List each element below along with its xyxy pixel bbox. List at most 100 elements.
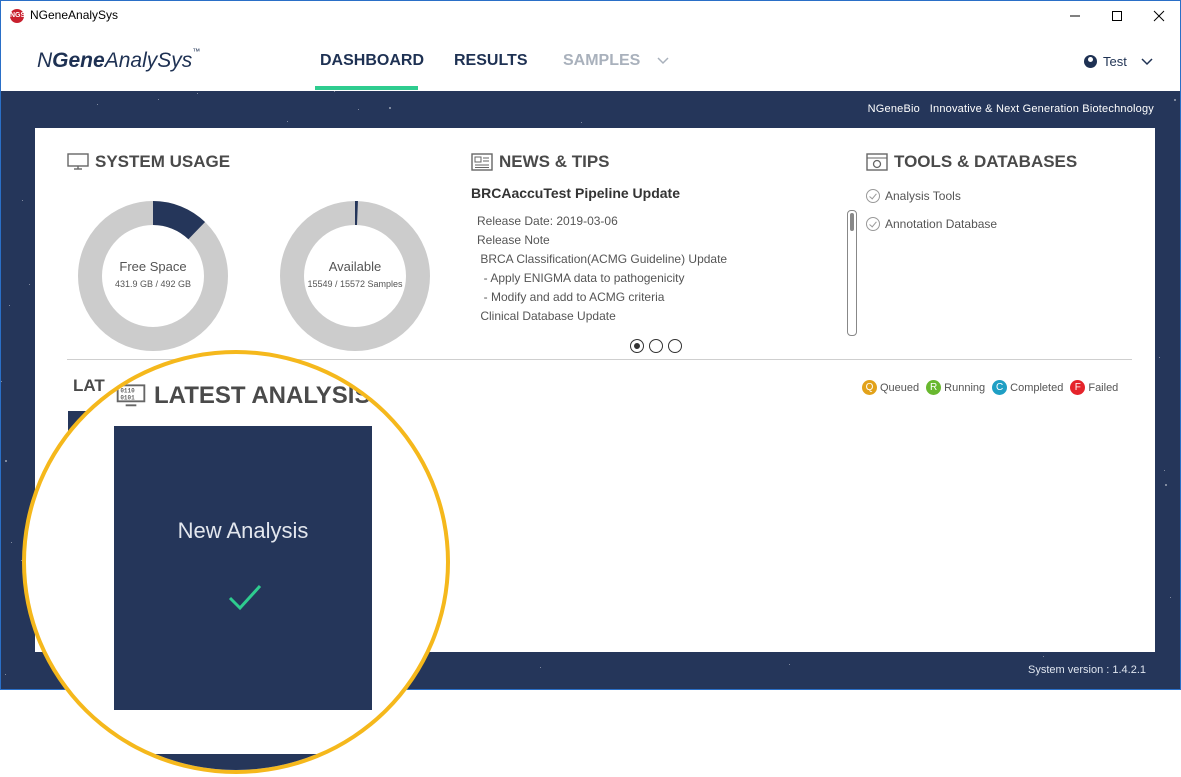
news-header: NEWS & TIPS — [471, 152, 610, 172]
star-dot — [29, 283, 31, 285]
legend-label: Failed — [1088, 381, 1119, 394]
star-dot — [5, 460, 8, 463]
tool-item-annotation-database[interactable]: Annotation Database — [866, 217, 997, 231]
tab-results[interactable]: RESULTS — [454, 52, 527, 70]
free-space-donut: Free Space 431.9 GB / 492 GB — [78, 201, 228, 351]
tool-item-label: Analysis Tools — [885, 189, 961, 203]
news-line: BRCA Classification(ACMG Guideline) Upda… — [477, 252, 728, 266]
news-pagination — [630, 339, 682, 353]
window-title: NGeneAnalySys — [30, 8, 119, 22]
legend-running: R Running — [926, 380, 985, 395]
legend-completed: C Completed — [992, 380, 1063, 395]
star-dot — [1169, 596, 1171, 598]
maximize-button[interactable] — [1094, 1, 1140, 31]
system-usage-title: SYSTEM USAGE — [95, 152, 231, 171]
tools-title: TOOLS & DATABASES — [894, 152, 1078, 171]
computer-code-icon: 01100101 — [116, 384, 146, 407]
system-usage-header: SYSTEM USAGE — [67, 152, 230, 172]
star-dot — [334, 91, 336, 92]
maximize-icon — [1112, 11, 1122, 21]
logo-tm: ™ — [192, 47, 201, 56]
top-navigation: NGeneAnalySys™ DASHBOARD RESULTS SAMPLES… — [1, 31, 1180, 91]
star-dot — [287, 121, 289, 123]
star-dot — [1043, 655, 1045, 657]
star-dot — [10, 541, 12, 543]
running-badge: R — [926, 380, 942, 395]
legend-label: Completed — [1010, 381, 1064, 394]
star-dot — [1159, 356, 1161, 358]
latest-analysis-header: 01100101 LAT — [67, 376, 105, 396]
news-body: Release Date: 2019-03-06 Release Note BR… — [477, 212, 807, 336]
news-line: - Apply ENIGMA data to pathogenicity — [477, 271, 685, 285]
latest-analysis-title: LATEST ANALYSIS — [154, 382, 371, 409]
news-line: Clinical Database Update — [477, 309, 616, 323]
star-dot — [22, 199, 24, 201]
user-name: Test — [1103, 54, 1127, 69]
check-circle-icon — [866, 217, 880, 231]
status-legend: Q Queued R Running C Completed F Failed — [862, 380, 1118, 395]
newspaper-icon — [471, 153, 493, 171]
news-page-dot-1[interactable] — [630, 339, 644, 353]
news-line: - Modify and add to ACMG criteria — [477, 290, 665, 304]
star-dot — [1164, 469, 1166, 471]
tools-header: TOOLS & DATABASES — [866, 152, 1077, 172]
free-space-detail: 431.9 GB / 492 GB — [114, 279, 192, 289]
zoom-callout: 0110 0101 LATEST ANALYSIS New Analysis — [22, 350, 450, 774]
minimize-icon — [1070, 15, 1080, 17]
scrollbar-thumb[interactable] — [850, 213, 854, 231]
free-space-track — [78, 201, 228, 351]
star-dot — [1174, 99, 1177, 102]
user-icon — [1084, 55, 1097, 68]
tab-samples-label: SAMPLES — [563, 52, 641, 69]
available-detail: 15549 / 15572 Samples — [307, 279, 403, 289]
latest-analysis-title-small: LAT — [73, 376, 105, 395]
tool-item-analysis-tools[interactable]: Analysis Tools — [866, 189, 961, 203]
close-button[interactable] — [1136, 1, 1180, 31]
legend-label: Queued — [880, 381, 920, 394]
star-dot — [9, 305, 11, 307]
analysis-card-bottom — [114, 754, 334, 770]
logo-bold: Gene — [52, 49, 105, 72]
logo-prefix: N — [37, 49, 53, 72]
new-analysis-label: New Analysis — [177, 518, 309, 543]
app-logo-icon: NGS — [10, 9, 25, 23]
monitor-icon — [67, 153, 89, 170]
news-line: Release Date: 2019-03-06 — [477, 214, 618, 228]
svg-text:0101: 0101 — [120, 394, 135, 401]
close-icon — [1153, 10, 1165, 22]
queued-badge: Q — [862, 380, 877, 395]
active-tab-indicator — [315, 86, 418, 90]
logo-suffix: AnalySys — [104, 49, 193, 72]
star-dot — [197, 92, 199, 94]
title-bar: NGS NGeneAnalySys — [1, 1, 1180, 31]
app-logo[interactable]: NGeneAnalySys™ — [37, 47, 201, 73]
check-circle-icon — [866, 189, 880, 203]
chevron-down-icon — [1141, 57, 1153, 65]
star-dot — [358, 108, 360, 110]
news-line: Release Note — [477, 233, 550, 247]
minimize-button[interactable] — [1052, 1, 1098, 31]
free-space-label: Free Space — [119, 259, 187, 274]
tab-dashboard[interactable]: DASHBOARD — [320, 52, 424, 70]
tab-samples[interactable]: SAMPLES — [563, 52, 669, 70]
new-analysis-card[interactable]: New Analysis — [114, 426, 372, 710]
chevron-down-icon — [657, 57, 669, 65]
system-version: System version : 1.4.2.1 — [1028, 664, 1146, 676]
news-page-dot-2[interactable] — [649, 339, 663, 353]
user-menu[interactable]: Test — [1084, 54, 1153, 69]
news-headline[interactable]: BRCAaccuTest Pipeline Update — [471, 185, 680, 201]
star-dot — [581, 122, 583, 124]
legend-queued: Q Queued — [862, 380, 919, 395]
star-dot — [1164, 483, 1167, 486]
news-scrollbar[interactable] — [847, 210, 857, 336]
star-dot — [788, 663, 790, 665]
latest-analysis-zoom-header: 0110 0101 LATEST ANALYSIS — [116, 382, 370, 410]
company-tagline: NGeneBio Innovative & Next Generation Bi… — [867, 103, 1154, 115]
star-dot — [389, 107, 392, 110]
star-dot — [539, 667, 541, 669]
news-page-dot-3[interactable] — [668, 339, 682, 353]
news-title: NEWS & TIPS — [499, 152, 610, 171]
available-donut: Available 15549 / 15572 Samples — [280, 201, 430, 351]
star-dot — [158, 98, 160, 100]
failed-badge: F — [1070, 380, 1086, 395]
